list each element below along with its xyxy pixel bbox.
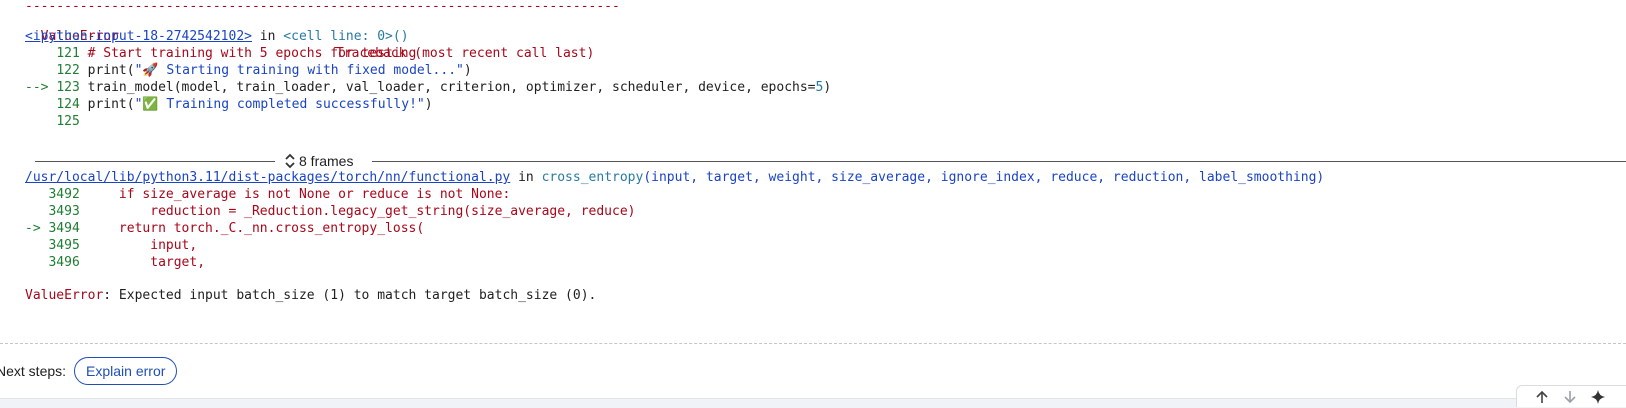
arrow-down-icon[interactable] [1563, 390, 1577, 404]
traceback-header: ValueError Traceback (most recent call l… [25, 11, 595, 61]
function-name: cross_entropy [541, 170, 644, 185]
check-mark-icon: ✅ [142, 97, 159, 112]
cell-toolbar [1516, 385, 1626, 407]
in-word: in [251, 29, 284, 44]
arrow-up-icon[interactable] [1535, 390, 1549, 404]
current-arrow: --> [25, 80, 57, 95]
expand-collapse-icon [285, 153, 295, 169]
function-args: (input, target, weight, size_average, ig… [643, 170, 1325, 185]
code-comment: # Start training with 5 epochs for testi… [87, 46, 417, 61]
line-number: 3496 [48, 255, 80, 270]
cell-output-separator [0, 343, 1626, 344]
code-line: 3495 input, [48, 238, 198, 253]
cell-line-label: <cell line: 0>() [283, 29, 409, 44]
line-number: 3492 [48, 187, 80, 202]
line-number: 124 [56, 97, 80, 112]
frame2-file-link[interactable]: /usr/local/lib/python3.11/dist-packages/… [25, 170, 510, 185]
frames-toggle[interactable]: 8 frames [285, 151, 353, 171]
code-line: 125 [25, 113, 88, 130]
code-line: 3496 target, [48, 255, 206, 270]
frames-count: 8 frames [299, 153, 354, 169]
code-line: 124 print("✅ Training completed successf… [56, 97, 433, 112]
code-line: 3493 reduction = _Reduction.legacy_get_s… [48, 204, 636, 219]
rocket-icon: 🚀 [142, 63, 159, 78]
frame2-location: /usr/local/lib/python3.11/dist-packages/… [25, 169, 1324, 186]
frames-divider-right [372, 161, 1626, 162]
line-number: 3493 [48, 204, 80, 219]
final-error: ValueError: Expected input batch_size (1… [25, 287, 596, 304]
line-number: 121 [56, 46, 80, 61]
code-string: Starting training with fixed model..." [158, 63, 464, 78]
next-steps-label: Next steps: [0, 363, 67, 379]
line-number: 122 [56, 63, 80, 78]
frame1-location: <ipython-input-18-2742542102> in <cell l… [25, 28, 409, 45]
code-line: 122 print("🚀 Starting training with fixe… [56, 63, 472, 78]
next-steps-bar: Next steps: Explain error [0, 356, 178, 386]
code-line-current: -> 3494 return torch._C._nn.cross_entrop… [25, 221, 425, 236]
line-number: 3495 [48, 238, 80, 253]
frames-divider-left [35, 161, 275, 162]
sparkle-icon[interactable] [1591, 389, 1605, 404]
final-error-message: : Expected input batch_size (1) to match… [103, 288, 597, 303]
code-line-current: --> 123 train_model(model, train_loader,… [25, 80, 832, 95]
current-arrow: -> [25, 221, 49, 236]
code-line: 121 # Start training with 5 epochs for t… [25, 45, 416, 62]
code-string: Training completed successfully!" [158, 97, 425, 112]
explain-error-button[interactable]: Explain error [74, 357, 178, 385]
line-number: 3494 [48, 221, 80, 236]
frame1-file-link[interactable]: <ipython-input-18-2742542102> [25, 29, 252, 44]
final-error-type: ValueError [25, 288, 104, 303]
code-line: 3492 if size_average is not None or redu… [48, 187, 511, 202]
line-number: 125 [56, 114, 80, 129]
line-number: 123 [56, 80, 80, 95]
in-word: in [510, 170, 542, 185]
